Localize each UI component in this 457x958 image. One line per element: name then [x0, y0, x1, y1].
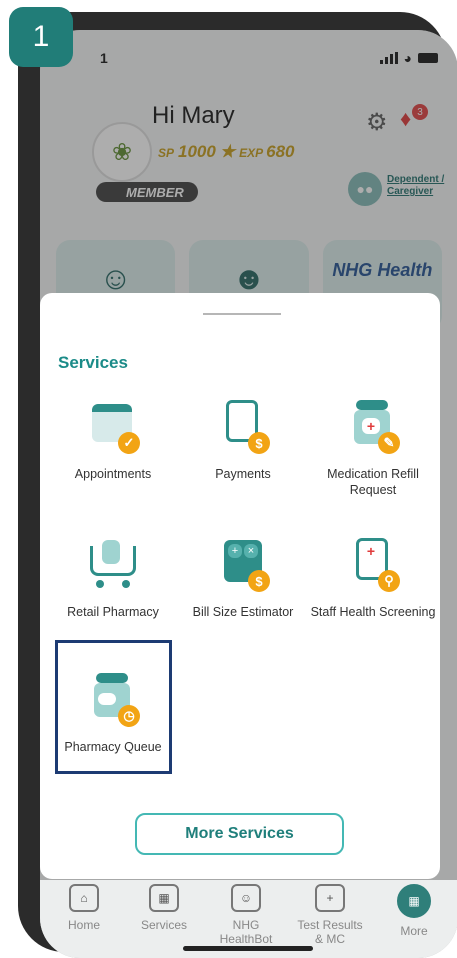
more-services-button[interactable]: More Services	[135, 813, 344, 855]
tab-more[interactable]: ▦ More	[376, 884, 452, 938]
tab-test-results[interactable]: + Test Results & MC	[292, 884, 368, 946]
service-label: Bill Size Estimator	[192, 605, 294, 619]
check-icon: ✓	[118, 432, 140, 454]
service-label: Appointments	[74, 467, 152, 481]
tab-label: Home	[67, 918, 100, 932]
calculator-icon: + × $	[214, 536, 272, 594]
health-report-icon: + ⚲	[344, 536, 402, 594]
tab-home[interactable]: ⌂ Home	[46, 884, 122, 932]
tab-label: Services	[140, 918, 187, 932]
dollar-icon: $	[248, 570, 270, 592]
highlight-box	[55, 640, 172, 774]
grid-icon: ▦	[397, 884, 431, 918]
home-icon: ⌂	[69, 884, 99, 912]
service-retail-pharmacy[interactable]: Retail Pharmacy	[48, 536, 178, 620]
dollar-icon: $	[248, 432, 270, 454]
step-number-badge: 1	[9, 7, 73, 67]
tab-services[interactable]: ▦ Services	[126, 884, 202, 932]
service-bill-size-estimator[interactable]: + × $ Bill Size Estimator	[178, 536, 308, 620]
service-payments[interactable]: $ Payments	[178, 398, 308, 482]
service-staff-health-screening[interactable]: + ⚲ Staff Health Screening	[308, 536, 438, 620]
tab-label: Test Results & MC	[297, 918, 363, 946]
sheet-title: Services	[58, 353, 128, 372]
calendar-icon: ✓	[84, 398, 142, 456]
service-medication-refill[interactable]: + ✎ Medication Refill Request	[308, 398, 438, 498]
service-label: Payments	[215, 467, 271, 481]
home-indicator[interactable]	[183, 946, 313, 951]
phone-frame: 1 ◕ ❀ Hi Mary SP 1000 ★ EXP 680 MEMBER ⚙ ♦ 3…	[18, 12, 457, 958]
service-appointments[interactable]: ✓ Appointments	[48, 398, 178, 482]
tab-nhg-healthbot[interactable]: ☺ NHG HealthBot	[208, 884, 284, 946]
pencil-icon: ✎	[378, 432, 400, 454]
app-screen: 1 ◕ ❀ Hi Mary SP 1000 ★ EXP 680 MEMBER ⚙ ♦ 3…	[40, 30, 457, 958]
healthbot-icon: ☺	[231, 884, 261, 912]
service-label: Medication Refill Request	[327, 467, 419, 497]
tab-label: More	[400, 924, 428, 938]
calendar-icon: ▦	[149, 884, 179, 912]
tab-label: NHG HealthBot	[219, 918, 273, 946]
bill-icon: $	[214, 398, 272, 456]
magnifier-icon: ⚲	[378, 570, 400, 592]
clipboard-icon: +	[315, 884, 345, 912]
services-sheet: Services ✓ Appointments $ Payments + ✎ M…	[40, 293, 440, 879]
sheet-drag-handle[interactable]	[203, 313, 281, 315]
shopping-cart-icon	[84, 536, 142, 594]
service-label: Retail Pharmacy	[67, 605, 159, 619]
service-label: Staff Health Screening	[310, 605, 436, 619]
medicine-bottle-icon: + ✎	[344, 398, 402, 456]
